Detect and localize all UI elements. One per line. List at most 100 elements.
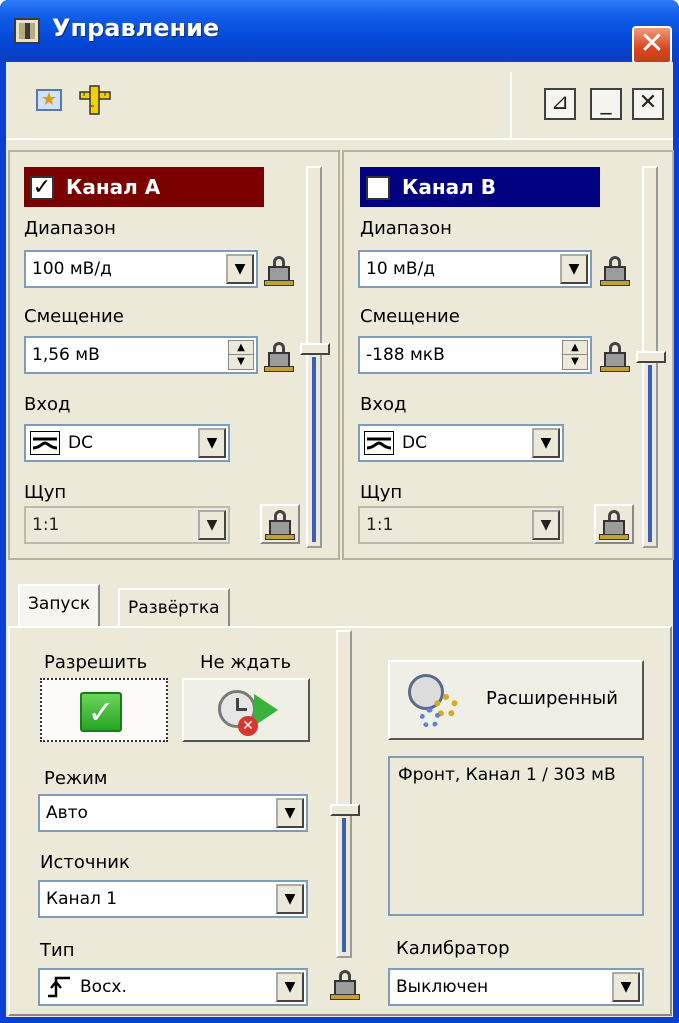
type-label: Тип	[40, 940, 75, 961]
minimize-button[interactable]: _	[590, 88, 622, 120]
channel-b-slider-thumb[interactable]	[636, 351, 666, 363]
channel-b-input-value: DC	[402, 433, 427, 453]
chevron-down-icon[interactable]: ▼	[276, 972, 304, 1002]
source-select[interactable]: Канал 1 ▼	[38, 880, 308, 918]
spin-down-icon[interactable]: ▼	[229, 355, 253, 369]
trigger-info-box: Фронт, Канал 1 / 303 мВ	[388, 756, 644, 916]
channel-b-range-lock-icon[interactable]	[600, 254, 630, 286]
type-select[interactable]: Восх. ▼	[38, 968, 308, 1006]
channel-a-probe-label: Щуп	[24, 482, 67, 503]
enable-trigger-button[interactable]: ✓	[40, 678, 168, 742]
source-value: Канал 1	[46, 889, 118, 909]
channel-b-input-label: Вход	[360, 394, 407, 415]
type-value: Восх.	[80, 977, 127, 997]
channel-a-offset-input[interactable]: 1,56 мВ ▲ ▼	[24, 336, 258, 374]
channel-a-slider-thumb[interactable]	[300, 343, 330, 355]
chevron-down-icon[interactable]: ▼	[612, 972, 640, 1002]
spin-up-icon[interactable]: ▲	[229, 341, 253, 355]
coupling-dc-icon	[364, 431, 394, 455]
channel-b-offset-spinner[interactable]: ▲ ▼	[562, 340, 588, 370]
ruler-icon[interactable]	[78, 84, 112, 116]
enable-label: Разрешить	[44, 652, 148, 673]
channel-a-offset-spinner[interactable]: ▲ ▼	[228, 340, 254, 370]
channel-b-offset-input[interactable]: -188 мкВ ▲ ▼	[358, 336, 592, 374]
channel-a-input-value: DC	[68, 433, 93, 453]
pin-button[interactable]: ⊿	[544, 88, 576, 120]
chevron-down-icon[interactable]: ▼	[560, 254, 588, 284]
rising-edge-icon	[48, 976, 70, 998]
channel-a-probe-select[interactable]: 1:1 ▼	[24, 506, 230, 544]
channel-b-input-select[interactable]: DC ▼	[358, 424, 564, 462]
advanced-trigger-button[interactable]: Расширенный	[388, 660, 644, 740]
chevron-down-icon[interactable]: ▼	[276, 798, 304, 828]
toolbar-divider	[510, 72, 512, 138]
minimize-icon: _	[600, 90, 612, 115]
close-icon: ✕	[638, 90, 658, 115]
channel-b-title: Канал B	[402, 175, 497, 199]
channel-b-header[interactable]: Канал B	[360, 167, 600, 207]
panel-close-button[interactable]: ✕	[632, 88, 664, 120]
calibrator-select[interactable]: Выключен ▼	[388, 968, 644, 1006]
mode-select[interactable]: Авто ▼	[38, 794, 308, 832]
pin-icon: ⊿	[550, 90, 570, 115]
channel-b-probe-lock-button[interactable]	[594, 504, 634, 544]
channel-b-offset-value: -188 мкВ	[366, 345, 445, 365]
channel-a-probe-lock-button[interactable]	[260, 504, 300, 544]
window-title: Управление	[52, 14, 220, 42]
channel-b-checkbox[interactable]	[366, 176, 390, 200]
lock-icon	[265, 508, 295, 540]
channel-b-probe-select[interactable]: 1:1 ▼	[358, 506, 564, 544]
chevron-down-icon[interactable]: ▼	[532, 428, 560, 458]
channel-a-slider-fill	[312, 357, 316, 542]
channel-a-range-value: 100 мВ/д	[32, 259, 112, 279]
tab-timebase[interactable]: Развёртка	[118, 588, 230, 628]
channel-a-title: Канал A	[66, 175, 161, 199]
channel-a-input-select[interactable]: DC ▼	[24, 424, 230, 462]
trigger-level-slider-thumb[interactable]	[330, 804, 360, 816]
spin-down-icon[interactable]: ▼	[563, 355, 587, 369]
arrow-right-icon	[254, 694, 278, 726]
channel-a-range-label: Диапазон	[24, 218, 116, 239]
channel-b-range-select[interactable]: 10 мВ/д ▼	[358, 250, 592, 288]
lock-icon	[599, 508, 629, 540]
spin-up-icon[interactable]: ▲	[563, 341, 587, 355]
star-icon[interactable]: ★	[36, 89, 62, 111]
advanced-label: Расширенный	[486, 688, 618, 709]
window-close-button[interactable]: ✕	[632, 26, 672, 64]
trigger-level-slider-fill	[342, 818, 346, 952]
chevron-down-icon[interactable]: ▼	[276, 884, 304, 914]
channel-a-offset-value: 1,56 мВ	[32, 345, 100, 365]
no-wait-button[interactable]: ✕	[182, 678, 310, 742]
chevron-down-icon[interactable]: ▼	[532, 510, 560, 540]
tab-trigger[interactable]: Запуск	[18, 584, 101, 628]
channel-a-range-lock-icon[interactable]	[264, 254, 294, 286]
channel-b-probe-label: Щуп	[360, 482, 403, 503]
channel-b-offset-lock-icon[interactable]	[600, 340, 630, 372]
title-bar[interactable]: Управление ✕	[0, 0, 679, 64]
chevron-down-icon[interactable]: ▼	[198, 428, 226, 458]
trigger-level-lock-icon[interactable]	[330, 968, 360, 1000]
channel-a-header[interactable]: ✓ Канал A	[24, 167, 264, 207]
chevron-down-icon[interactable]: ▼	[226, 254, 254, 284]
app-icon	[14, 18, 40, 44]
channel-a-offset-lock-icon[interactable]	[264, 340, 294, 372]
channel-b-range-label: Диапазон	[360, 218, 452, 239]
coupling-dc-icon	[30, 431, 60, 455]
chevron-down-icon[interactable]: ▼	[198, 510, 226, 540]
channel-a-checkbox[interactable]: ✓	[30, 176, 54, 200]
advanced-settings-icon	[408, 674, 460, 728]
nowait-label: Не ждать	[200, 652, 292, 673]
channel-b-probe-value: 1:1	[366, 515, 394, 535]
cancel-icon: ✕	[238, 716, 258, 736]
channel-b-slider-fill	[648, 365, 652, 542]
channel-b-offset-label: Смещение	[360, 306, 460, 327]
channel-a-slider-track[interactable]	[306, 166, 322, 548]
checkmark-icon: ✓	[80, 692, 122, 732]
channel-a-input-label: Вход	[24, 394, 71, 415]
channel-a-range-select[interactable]: 100 мВ/д ▼	[24, 250, 258, 288]
channel-a-offset-label: Смещение	[24, 306, 124, 327]
calibrator-label: Калибратор	[396, 938, 510, 959]
channel-a-probe-value: 1:1	[32, 515, 60, 535]
trigger-level-slider-track[interactable]	[336, 630, 352, 958]
source-label: Источник	[40, 852, 130, 873]
